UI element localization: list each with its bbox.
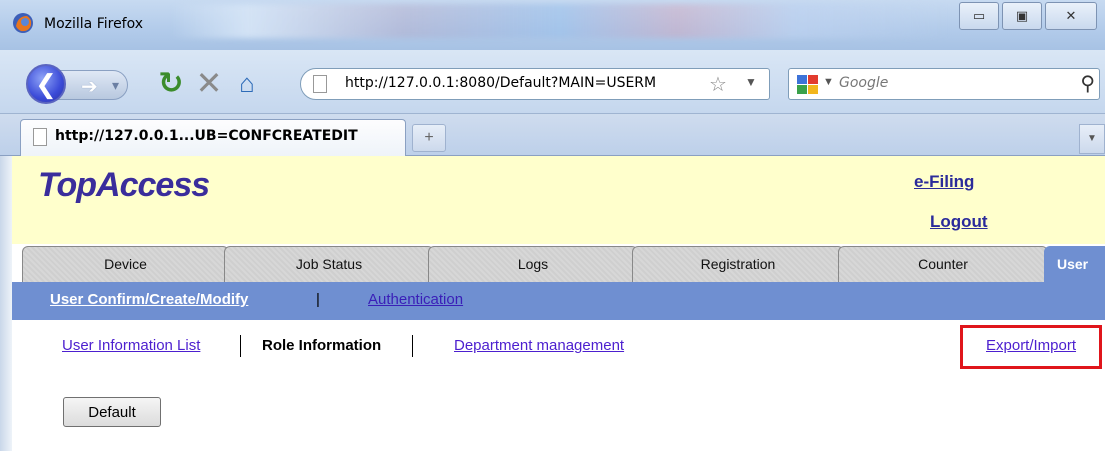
tab-counter[interactable]: Counter — [838, 246, 1048, 282]
reload-button[interactable]: ↻ — [154, 66, 188, 100]
logout-link[interactable]: Logout — [930, 212, 988, 232]
default-button[interactable]: Default — [63, 397, 161, 427]
tab-list-button[interactable]: ▼ — [1079, 124, 1105, 154]
highlight-box — [960, 325, 1102, 369]
reload-icon: ↻ — [158, 66, 184, 100]
home-icon: ⌂ — [239, 67, 255, 98]
tab-page-icon — [33, 128, 47, 146]
plus-icon: + — [424, 129, 434, 146]
tab-logs[interactable]: Logs — [428, 246, 638, 282]
bookmark-star-icon[interactable]: ☆ — [709, 72, 727, 97]
window-title: Mozilla Firefox — [44, 16, 144, 32]
url-bar[interactable]: http://127.0.0.1:8080/Default?MAIN=USERM… — [300, 68, 770, 100]
url-input[interactable]: http://127.0.0.1:8080/Default?MAIN=USERM — [345, 75, 705, 91]
search-engine-dropdown-icon[interactable]: ▼ — [823, 76, 834, 88]
chevron-down-icon: ▼ — [1087, 133, 1097, 144]
home-button[interactable]: ⌂ — [230, 66, 264, 100]
google-engine-icon[interactable] — [795, 73, 821, 95]
tab-title: http://127.0.0.1...UB=CONFCREATEDIT — [55, 128, 358, 144]
maximize-icon: ▣ — [1015, 8, 1029, 24]
navigation-toolbar: ➔ ▾ ❮ ↻ ✕ ⌂ http://127.0.0.1:8080/Defaul… — [0, 50, 1105, 114]
titlebar-blur — [170, 4, 950, 38]
department-management-link[interactable]: Department management — [454, 337, 624, 354]
separator — [412, 335, 413, 357]
subnav-separator: | — [316, 291, 320, 308]
close-window-button[interactable]: ✕ — [1045, 2, 1097, 30]
tab-device[interactable]: Device — [22, 246, 229, 282]
role-information-label: Role Information — [262, 337, 382, 354]
topaccess-logo: TopAccess — [38, 166, 210, 204]
back-arrow-icon: ❮ — [35, 68, 57, 99]
separator — [240, 335, 241, 357]
browser-tab-strip: http://127.0.0.1...UB=CONFCREATEDIT + ▼ — [0, 114, 1105, 157]
stop-button[interactable]: ✕ — [192, 65, 226, 101]
tab-registration[interactable]: Registration — [632, 246, 844, 282]
subnav-user-confirm[interactable]: User Confirm/Create/Modify — [50, 291, 248, 308]
tab-user[interactable]: User — [1044, 246, 1105, 282]
search-icon[interactable]: ⚲ — [1080, 71, 1095, 96]
minimize-icon: ▭ — [972, 8, 986, 24]
search-bar[interactable]: ▼ Google ⚲ — [788, 68, 1100, 100]
firefox-logo-icon — [13, 13, 33, 33]
page-icon — [313, 75, 327, 93]
forward-button[interactable]: ➔ ▾ — [58, 70, 128, 100]
minimize-button[interactable]: ▭ — [959, 2, 999, 30]
subnav-authentication[interactable]: Authentication — [368, 291, 463, 308]
history-dropdown-icon[interactable]: ▾ — [112, 77, 119, 94]
url-dropdown-icon[interactable]: ▼ — [745, 75, 757, 89]
stop-icon: ✕ — [195, 65, 223, 101]
window-titlebar: Mozilla Firefox ▭ ▣ ✕ — [0, 0, 1105, 50]
new-tab-button[interactable]: + — [412, 124, 446, 152]
back-button[interactable]: ❮ — [26, 64, 66, 104]
user-information-list-link[interactable]: User Information List — [62, 337, 200, 354]
search-input[interactable]: Google — [839, 75, 888, 91]
main-tabs: Device Job Status Logs Registration Coun… — [12, 244, 1105, 282]
close-icon: ✕ — [1065, 8, 1077, 24]
forward-arrow-icon: ➔ — [81, 76, 98, 98]
tab-job-status[interactable]: Job Status — [224, 246, 434, 282]
efiling-link[interactable]: e-Filing — [914, 172, 974, 192]
sub-navigation: User Confirm/Create/Modify | Authenticat… — [12, 282, 1105, 320]
browser-tab[interactable]: http://127.0.0.1...UB=CONFCREATEDIT — [20, 119, 406, 157]
window-left-border — [0, 156, 12, 451]
maximize-button[interactable]: ▣ — [1002, 2, 1042, 30]
